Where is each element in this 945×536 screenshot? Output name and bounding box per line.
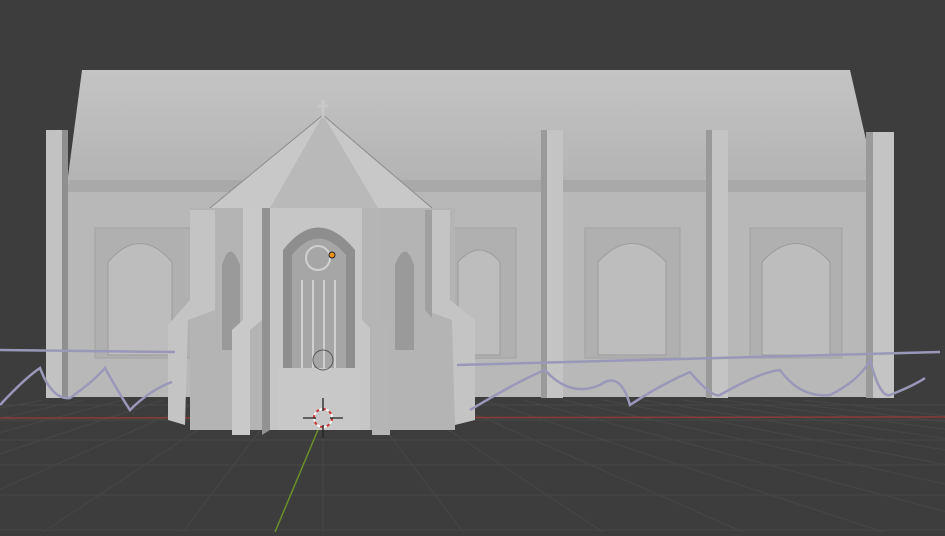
main-roof (66, 70, 878, 192)
origin-point-icon[interactable] (328, 251, 336, 259)
church-model[interactable] (46, 70, 894, 435)
3d-viewport[interactable] (0, 0, 945, 533)
viewport-canvas[interactable] (0, 0, 945, 533)
